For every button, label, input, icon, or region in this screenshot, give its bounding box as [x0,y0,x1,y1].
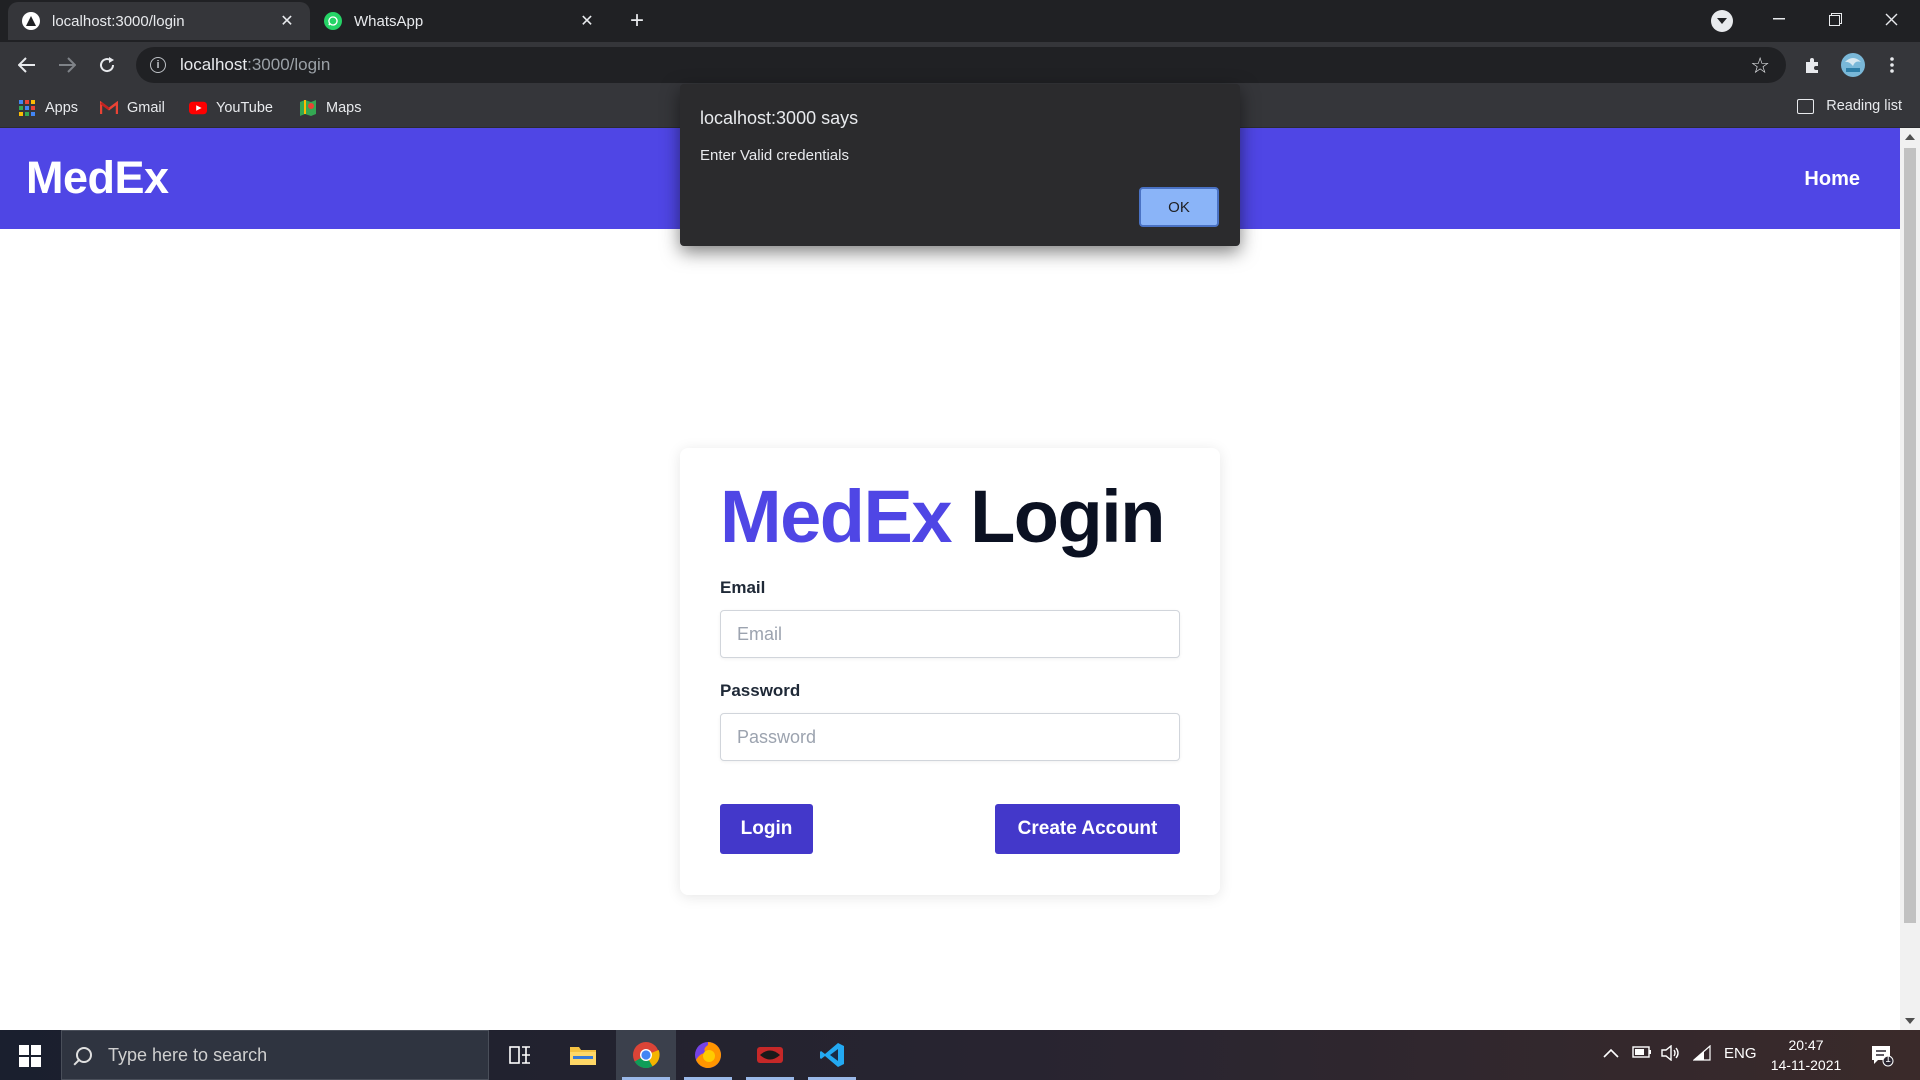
dialog-message: Enter Valid credentials [700,147,849,164]
bookmark-gmail[interactable]: Gmail [100,98,165,118]
tab-search-icon[interactable] [1711,10,1733,32]
bookmark-maps[interactable]: Maps [299,98,361,118]
tray-chevron-up-icon[interactable] [1603,1045,1619,1062]
address-bar[interactable]: i localhost:3000/login ☆ [136,47,1786,83]
close-tab-icon[interactable]: ✕ [278,12,296,30]
tab-title: WhatsApp [354,12,424,30]
language-indicator[interactable]: ENG [1724,1045,1757,1062]
tab-title: localhost:3000/login [52,12,185,30]
page-viewport: MedEx Home MedEx Login Email Password Lo… [0,128,1900,1030]
address-host: localhost [180,55,248,74]
triangle-icon [22,12,40,30]
reading-list-button[interactable]: Reading list [1797,98,1902,114]
notification-count: 1 [1885,1054,1891,1065]
reload-icon[interactable] [92,50,122,80]
volume-icon[interactable] [1661,1044,1681,1065]
site-brand[interactable]: MedEx [26,152,169,204]
close-window-icon[interactable] [1864,0,1918,38]
scrollbar-thumb[interactable] [1904,148,1916,923]
login-title-brand: MedEx [720,475,953,558]
windows-taskbar: Type here to search ENG 20:47 14-11-2021… [0,1030,1920,1080]
bookmark-label: Maps [326,100,362,116]
clock-date: 14-11-2021 [1770,1057,1842,1073]
tab-whatsapp[interactable]: WhatsApp ✕ [310,2,610,40]
bookmark-star-icon[interactable]: ☆ [1750,53,1770,79]
bookmark-label: Apps [45,100,79,116]
email-label: Email [720,578,766,597]
profile-avatar[interactable] [1838,50,1868,80]
maps-icon [299,99,317,117]
close-tab-icon[interactable]: ✕ [578,12,596,30]
login-card: MedEx Login Email Password Login Create … [680,448,1220,895]
firefox-icon[interactable] [678,1030,738,1080]
bookmark-label: YouTube [216,100,273,116]
dialog-ok-button[interactable]: OK [1139,187,1219,227]
red-app-icon[interactable] [740,1030,800,1080]
scroll-down-icon[interactable] [1905,1018,1915,1024]
dialog-title: localhost:3000 says [700,108,859,128]
taskbar-search-placeholder: Type here to search [108,1044,268,1065]
taskbar-clock[interactable]: 20:47 14-11-2021 [1766,1035,1846,1075]
menu-dots-icon[interactable] [1877,50,1907,80]
whatsapp-icon [324,12,342,30]
battery-icon[interactable] [1632,1045,1652,1062]
password-input[interactable] [720,713,1180,761]
task-view-icon[interactable] [490,1030,550,1080]
scroll-up-icon[interactable] [1905,134,1915,140]
browser-tab-strip: localhost:3000/login ✕ WhatsApp ✕ + [0,0,1920,42]
back-icon[interactable] [12,50,42,80]
reading-list-label: Reading list [1826,98,1902,114]
browser-toolbar: i localhost:3000/login ☆ [0,42,1920,88]
bookmark-label: Gmail [127,100,165,116]
notification-center-icon[interactable]: 1 [1870,1043,1894,1067]
restore-icon[interactable] [1808,0,1862,38]
password-label: Password [720,681,801,700]
minimize-icon[interactable] [1752,0,1806,38]
bookmark-apps[interactable]: Apps [18,98,78,118]
extensions-icon[interactable] [1797,50,1827,80]
youtube-icon [189,99,207,117]
taskbar-search-box[interactable]: Type here to search [61,1030,489,1080]
forward-icon[interactable] [52,50,82,80]
apps-grid-icon [18,99,36,117]
address-path: :3000/login [247,55,331,74]
page-scrollbar[interactable] [1900,128,1920,1030]
create-account-button[interactable]: Create Account [995,804,1180,854]
clock-time: 20:47 [1788,1037,1824,1053]
chrome-icon[interactable] [616,1030,676,1080]
new-tab-button[interactable]: + [622,6,652,36]
nav-home-link[interactable]: Home [1804,168,1860,191]
vscode-icon[interactable] [802,1030,862,1080]
reading-list-icon [1797,98,1815,114]
search-icon [76,1047,92,1063]
login-button[interactable]: Login [720,804,813,854]
bookmark-youtube[interactable]: YouTube [189,98,273,118]
tab-localhost-login[interactable]: localhost:3000/login ✕ [8,2,310,40]
windows-start-icon[interactable] [8,1040,52,1072]
email-input[interactable] [720,610,1180,658]
file-explorer-icon[interactable] [553,1030,613,1080]
alert-dialog: localhost:3000 says Enter Valid credenti… [680,84,1240,246]
login-title: MedEx Login [720,474,1165,559]
login-title-word: Login [970,475,1165,558]
wifi-icon[interactable] [1692,1044,1711,1065]
site-info-icon[interactable]: i [150,57,166,73]
gmail-icon [100,99,118,117]
